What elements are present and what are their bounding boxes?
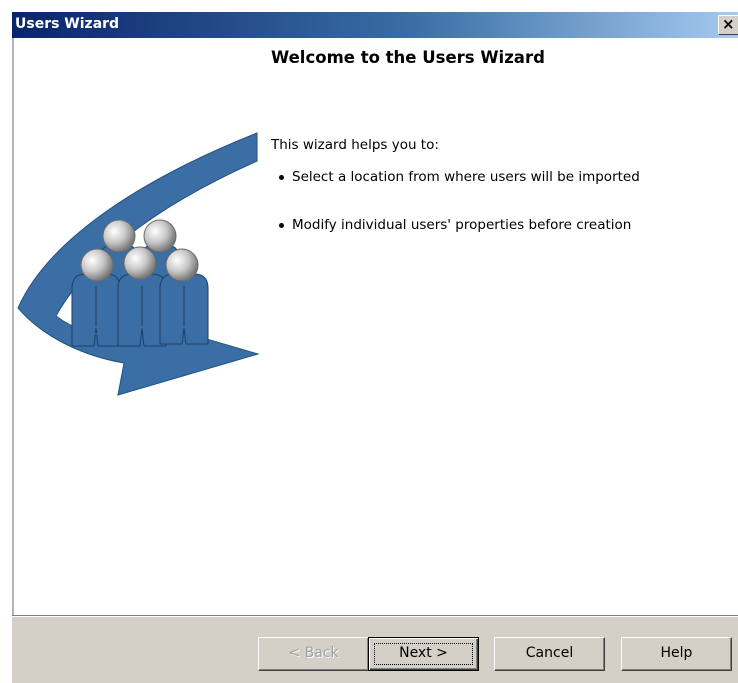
next-button[interactable]: Next > [368,637,479,671]
bullet-icon [279,175,284,180]
cancel-button-label: Cancel [525,645,574,661]
cancel-button[interactable]: Cancel [494,637,605,671]
wizard-intro: This wizard helps you to: [271,137,439,153]
wizard-content: Welcome to the Users Wizard This wizard … [12,38,738,615]
help-button-label: Help [660,645,693,661]
feature-list: Select a location from where users will … [278,169,640,265]
button-bar: < Back Next > Cancel Help [12,615,738,683]
list-item-text: Modify individual users' properties befo… [292,217,632,233]
list-item: Select a location from where users will … [278,169,640,217]
close-button[interactable]: × [718,15,738,35]
list-item: Modify individual users' properties befo… [278,217,640,265]
users-wizard-window: Users Wizard × Welcome to the Users Wiza… [12,12,738,683]
close-icon: × [722,15,735,33]
next-button-label: Next > [399,645,448,661]
title-bar[interactable]: Users Wizard × [12,12,738,38]
back-button-label: < Back [288,645,339,661]
wizard-heading: Welcome to the Users Wizard [271,48,545,67]
help-button[interactable]: Help [621,637,732,671]
window-title: Users Wizard [15,16,120,32]
back-button[interactable]: < Back [258,637,369,671]
bullet-icon [279,223,284,228]
users-arrow-icon [17,132,260,396]
list-item-text: Select a location from where users will … [292,169,640,185]
